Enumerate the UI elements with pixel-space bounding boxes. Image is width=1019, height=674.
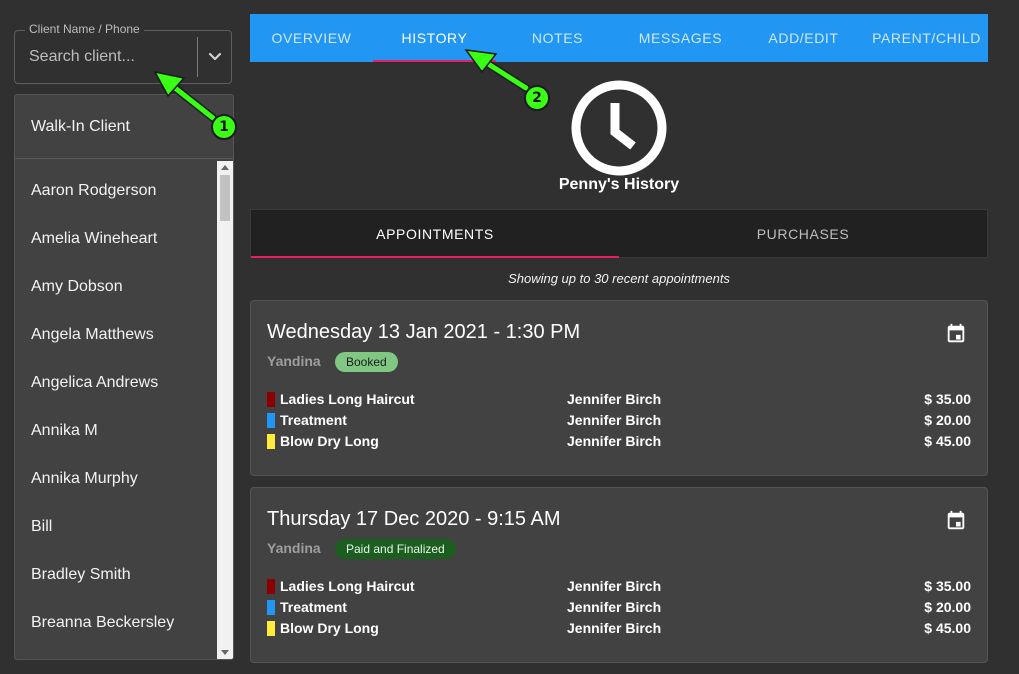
tab-notes[interactable]: NOTES bbox=[496, 14, 619, 62]
calendar-icon[interactable] bbox=[945, 323, 967, 345]
client-tabs: OVERVIEW HISTORY NOTES MESSAGES ADD/EDIT… bbox=[250, 14, 988, 62]
dropdown-toggle-button[interactable] bbox=[198, 31, 232, 83]
service-name: Ladies Long Haircut bbox=[280, 391, 415, 407]
annotation-marker-1: 1 bbox=[211, 114, 237, 140]
chevron-down-icon bbox=[208, 52, 222, 61]
service-staff: Jennifer Birch bbox=[567, 412, 662, 428]
showing-note: Showing up to 30 recent appointments bbox=[508, 271, 730, 286]
service-price: $ 45.00 bbox=[924, 620, 971, 636]
service-name: Blow Dry Long bbox=[280, 620, 379, 636]
client-list-item[interactable]: Amy Dobson bbox=[15, 263, 217, 311]
service-color-swatch bbox=[267, 621, 275, 636]
service-name: Blow Dry Long bbox=[280, 433, 379, 449]
client-list-item[interactable]: Bradley Smith bbox=[15, 551, 217, 599]
service-staff: Jennifer Birch bbox=[567, 578, 662, 594]
client-list-item[interactable]: Angela Matthews bbox=[15, 311, 217, 359]
status-badge: Paid and Finalized bbox=[335, 539, 456, 559]
client-list: Aaron Rodgerson Amelia Wineheart Amy Dob… bbox=[15, 167, 217, 647]
service-staff: Jennifer Birch bbox=[567, 599, 662, 615]
scrollbar-thumb[interactable] bbox=[220, 175, 230, 221]
service-staff: Jennifer Birch bbox=[567, 433, 662, 449]
tab-add-edit[interactable]: ADD/EDIT bbox=[742, 14, 865, 62]
appointment-location: Yandina bbox=[267, 353, 321, 369]
scroll-up-arrow-icon[interactable] bbox=[221, 165, 229, 170]
client-list-item[interactable]: Angelica Andrews bbox=[15, 359, 217, 407]
appointment-card: Thursday 17 Dec 2020 - 9:15 AM Yandina P… bbox=[250, 487, 988, 663]
service-row: Treatment Jennifer Birch $ 20.00 bbox=[267, 597, 971, 618]
service-staff: Jennifer Birch bbox=[567, 620, 662, 636]
clock-icon bbox=[571, 80, 667, 176]
client-search-field: Client Name / Phone bbox=[14, 22, 232, 84]
tab-parent-child[interactable]: PARENT/CHILD bbox=[865, 14, 988, 62]
service-color-swatch bbox=[267, 392, 275, 407]
service-color-swatch bbox=[267, 579, 275, 594]
service-row: Ladies Long Haircut Jennifer Birch $ 35.… bbox=[267, 576, 971, 597]
annotation-marker-2: 2 bbox=[524, 85, 550, 111]
service-row: Blow Dry Long Jennifer Birch $ 45.00 bbox=[267, 431, 971, 452]
tab-overview[interactable]: OVERVIEW bbox=[250, 14, 373, 62]
scroll-down-arrow-icon[interactable] bbox=[221, 650, 229, 655]
service-color-swatch bbox=[267, 413, 275, 428]
client-list-item[interactable]: Amelia Wineheart bbox=[15, 215, 217, 263]
client-list-scrollbar[interactable] bbox=[217, 161, 233, 659]
client-list-item[interactable]: Aaron Rodgerson bbox=[15, 167, 217, 215]
service-row: Ladies Long Haircut Jennifer Birch $ 35.… bbox=[267, 389, 971, 410]
service-name: Treatment bbox=[280, 412, 347, 428]
history-sub-tabs: APPOINTMENTS PURCHASES bbox=[250, 209, 988, 258]
service-color-swatch bbox=[267, 600, 275, 615]
search-input[interactable] bbox=[29, 45, 193, 69]
appointment-date: Wednesday 13 Jan 2021 - 1:30 PM bbox=[267, 321, 581, 343]
appointment-location: Yandina bbox=[267, 540, 321, 556]
appointment-date: Thursday 17 Dec 2020 - 9:15 AM bbox=[267, 508, 561, 530]
calendar-icon[interactable] bbox=[945, 510, 967, 532]
service-price: $ 35.00 bbox=[924, 391, 971, 407]
client-list-item[interactable]: Annika M bbox=[15, 407, 217, 455]
service-name: Treatment bbox=[280, 599, 347, 615]
service-color-swatch bbox=[267, 434, 275, 449]
service-price: $ 35.00 bbox=[924, 578, 971, 594]
appointment-card: Wednesday 13 Jan 2021 - 1:30 PM Yandina … bbox=[250, 300, 988, 476]
search-label: Client Name / Phone bbox=[25, 22, 144, 36]
tab-history[interactable]: HISTORY bbox=[373, 14, 496, 62]
tab-appointments[interactable]: APPOINTMENTS bbox=[251, 210, 619, 258]
client-list-item[interactable]: Breanna Beckersley bbox=[15, 599, 217, 647]
status-badge: Booked bbox=[335, 352, 398, 372]
service-row: Blow Dry Long Jennifer Birch $ 45.00 bbox=[267, 618, 971, 639]
service-price: $ 45.00 bbox=[924, 433, 971, 449]
service-row: Treatment Jennifer Birch $ 20.00 bbox=[267, 410, 971, 431]
service-price: $ 20.00 bbox=[924, 599, 971, 615]
tab-purchases[interactable]: PURCHASES bbox=[619, 210, 987, 257]
history-title: Penny's History bbox=[558, 176, 680, 193]
client-list-item[interactable]: Annika Murphy bbox=[15, 455, 217, 503]
service-name: Ladies Long Haircut bbox=[280, 578, 415, 594]
client-list-item[interactable]: Bill bbox=[15, 503, 217, 551]
tab-messages[interactable]: MESSAGES bbox=[619, 14, 742, 62]
service-staff: Jennifer Birch bbox=[567, 391, 662, 407]
walk-in-client-item[interactable]: Walk-In Client bbox=[15, 95, 233, 159]
client-list-panel: Walk-In Client Aaron Rodgerson Amelia Wi… bbox=[14, 94, 234, 660]
service-price: $ 20.00 bbox=[924, 412, 971, 428]
